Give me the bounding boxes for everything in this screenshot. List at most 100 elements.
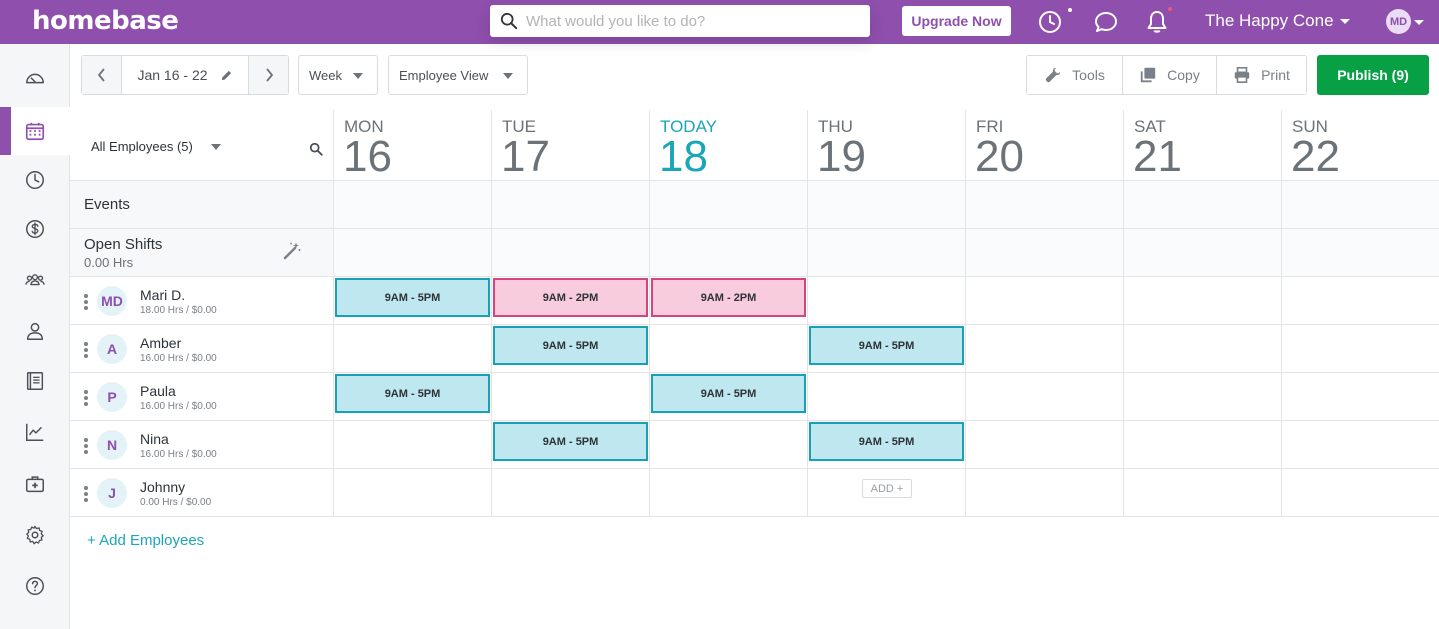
sidebar-item-payroll[interactable] — [0, 205, 70, 253]
shift-cell[interactable] — [1124, 373, 1282, 420]
bell-icon[interactable] — [1144, 9, 1170, 35]
sidebar-item-health[interactable] — [0, 460, 70, 508]
clock-icon[interactable] — [1037, 9, 1063, 35]
events-cell[interactable] — [1124, 181, 1282, 228]
shift-cell[interactable] — [1282, 277, 1439, 324]
drag-handle-icon[interactable] — [84, 486, 88, 502]
sidebar-item-schedule[interactable] — [0, 107, 70, 155]
sidebar-item-dashboard[interactable] — [0, 55, 70, 103]
shift-cell[interactable] — [1282, 421, 1439, 468]
shift-cell[interactable] — [966, 277, 1124, 324]
shift-cell[interactable] — [1282, 325, 1439, 372]
shift-cell[interactable] — [808, 277, 966, 324]
shift-cell[interactable] — [808, 373, 966, 420]
user-avatar[interactable]: MD — [1386, 9, 1411, 34]
shift-cell[interactable] — [966, 373, 1124, 420]
view-mode-dropdown[interactable]: Employee View — [388, 55, 528, 95]
open-shift-cell[interactable] — [808, 229, 966, 276]
events-cell[interactable] — [808, 181, 966, 228]
shift-cell[interactable] — [492, 469, 650, 516]
chevron-down-icon[interactable] — [1414, 20, 1424, 25]
shift-cell[interactable] — [966, 469, 1124, 516]
period-dropdown[interactable]: Week — [298, 55, 378, 95]
events-cell[interactable] — [966, 181, 1124, 228]
shift-block[interactable]: 9AM - 5PM — [809, 422, 964, 461]
company-selector[interactable]: The Happy Cone — [1205, 11, 1350, 31]
shift-cell[interactable] — [334, 421, 492, 468]
shift-cell[interactable] — [1282, 469, 1439, 516]
open-shift-cell[interactable] — [1282, 229, 1439, 276]
sidebar-item-settings[interactable] — [0, 511, 70, 559]
add-shift-button[interactable]: ADD + — [862, 479, 912, 498]
shift-cell[interactable] — [966, 325, 1124, 372]
magic-wand-icon[interactable] — [282, 241, 302, 261]
employee-cell[interactable]: P Paula 16.00 Hrs / $0.00 — [70, 373, 334, 420]
shift-cell[interactable] — [966, 421, 1124, 468]
open-shift-cell[interactable] — [966, 229, 1124, 276]
copy-button[interactable]: Copy — [1122, 56, 1216, 94]
sidebar-item-reports[interactable] — [0, 408, 70, 456]
sidebar-item-hiring[interactable] — [0, 307, 70, 355]
open-shift-cell[interactable] — [492, 229, 650, 276]
previous-week-button[interactable] — [82, 56, 122, 94]
shift-block[interactable]: 9AM - 2PM — [651, 278, 806, 317]
shift-cell[interactable]: 9AM - 5PM — [650, 373, 808, 420]
shift-cell[interactable] — [1124, 421, 1282, 468]
chat-icon[interactable] — [1093, 9, 1119, 35]
shift-cell[interactable] — [334, 325, 492, 372]
shift-cell[interactable] — [1124, 469, 1282, 516]
upgrade-now-button[interactable]: Upgrade Now — [902, 6, 1011, 36]
shift-cell[interactable]: 9AM - 5PM — [808, 325, 966, 372]
shift-cell[interactable]: 9AM - 5PM — [334, 373, 492, 420]
employee-cell[interactable]: A Amber 16.00 Hrs / $0.00 — [70, 325, 334, 372]
shift-cell[interactable]: 9AM - 2PM — [650, 277, 808, 324]
shift-cell[interactable] — [650, 421, 808, 468]
events-cell[interactable] — [1282, 181, 1439, 228]
shift-cell[interactable] — [1124, 325, 1282, 372]
shift-block[interactable]: 9AM - 5PM — [335, 374, 490, 413]
employee-cell[interactable]: MD Mari D. 18.00 Hrs / $0.00 — [70, 277, 334, 324]
open-shift-cell[interactable] — [1124, 229, 1282, 276]
search-box[interactable] — [490, 5, 870, 37]
events-cell[interactable] — [650, 181, 808, 228]
shift-cell[interactable] — [492, 373, 650, 420]
shift-cell[interactable]: 9AM - 2PM — [492, 277, 650, 324]
next-week-button[interactable] — [248, 56, 288, 94]
sidebar-item-logbook[interactable] — [0, 357, 70, 405]
events-cell[interactable] — [492, 181, 650, 228]
shift-cell[interactable] — [650, 469, 808, 516]
shift-block[interactable]: 9AM - 5PM — [493, 326, 648, 365]
shift-block[interactable]: 9AM - 5PM — [651, 374, 806, 413]
open-shift-cell[interactable] — [334, 229, 492, 276]
shift-cell[interactable] — [334, 469, 492, 516]
drag-handle-icon[interactable] — [84, 390, 88, 406]
employee-cell[interactable]: N Nina 16.00 Hrs / $0.00 — [70, 421, 334, 468]
pencil-icon[interactable] — [220, 69, 233, 82]
open-shift-cell[interactable] — [650, 229, 808, 276]
date-range[interactable]: Jan 16 - 22 — [122, 56, 248, 94]
sidebar-item-timesheets[interactable] — [0, 156, 70, 204]
homebase-logo[interactable]: homebase — [32, 6, 179, 36]
shift-block[interactable]: 9AM - 2PM — [493, 278, 648, 317]
shift-cell[interactable]: 9AM - 5PM — [492, 421, 650, 468]
shift-cell[interactable]: ADD + — [808, 469, 966, 516]
shift-cell[interactable]: 9AM - 5PM — [492, 325, 650, 372]
employee-cell[interactable]: J Johnny 0.00 Hrs / $0.00 — [70, 469, 334, 516]
print-button[interactable]: Print — [1216, 56, 1306, 94]
shift-block[interactable]: 9AM - 5PM — [809, 326, 964, 365]
add-employees-link[interactable]: + Add Employees — [87, 532, 204, 549]
shift-cell[interactable]: 9AM - 5PM — [808, 421, 966, 468]
drag-handle-icon[interactable] — [84, 438, 88, 454]
shift-block[interactable]: 9AM - 5PM — [335, 278, 490, 317]
drag-handle-icon[interactable] — [84, 342, 88, 358]
events-cell[interactable] — [334, 181, 492, 228]
search-icon[interactable] — [309, 142, 323, 156]
employee-filter-dropdown[interactable]: All Employees (5) — [91, 139, 221, 154]
shift-block[interactable]: 9AM - 5PM — [493, 422, 648, 461]
shift-cell[interactable] — [1282, 373, 1439, 420]
sidebar-item-team[interactable] — [0, 256, 70, 304]
shift-cell[interactable] — [1124, 277, 1282, 324]
tools-button[interactable]: Tools — [1027, 56, 1122, 94]
shift-cell[interactable] — [650, 325, 808, 372]
search-input[interactable] — [526, 12, 856, 30]
